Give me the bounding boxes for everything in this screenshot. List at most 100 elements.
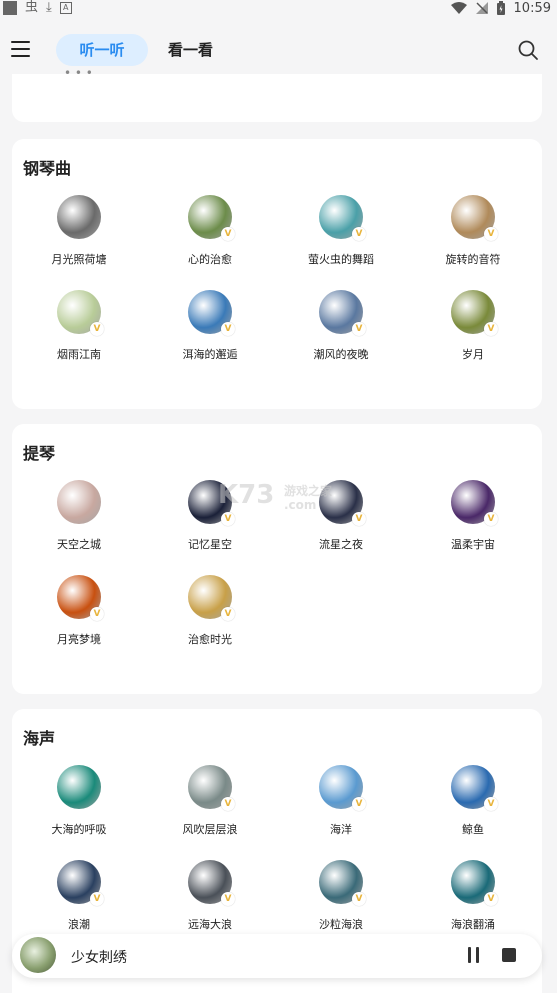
sound-item[interactable]: V 烟雨江南 [14, 290, 144, 362]
sound-thumbnail[interactable]: V [319, 765, 366, 811]
vip-badge-icon: V [484, 227, 498, 241]
sound-thumbnail[interactable] [57, 195, 101, 239]
sound-thumbnail[interactable]: V [451, 195, 498, 241]
sound-label: 萤火虫的舞蹈 [308, 253, 374, 266]
sound-label: 风吹层层浪 [182, 823, 238, 836]
sound-label: 鲸鱼 [462, 823, 484, 836]
sound-item[interactable]: V 月亮梦境 [14, 575, 144, 647]
sound-thumbnail[interactable]: V [188, 195, 235, 241]
player-title[interactable]: 少女刺绣 [71, 947, 127, 967]
sound-item[interactable]: V 温柔宇宙 [408, 480, 538, 552]
sound-label: 温柔宇宙 [451, 538, 495, 551]
sound-item[interactable]: 大海的呼吸 [14, 765, 144, 837]
notification-square-icon [3, 1, 17, 15]
sound-thumbnail[interactable] [57, 765, 101, 809]
no-signal-icon [475, 2, 488, 14]
vip-badge-icon: V [352, 227, 366, 241]
pause-icon[interactable] [468, 947, 480, 963]
vip-badge-icon: V [484, 512, 498, 526]
sound-item[interactable]: V 治愈时光 [145, 575, 275, 647]
sound-thumbnail[interactable]: V [451, 480, 498, 526]
sound-item[interactable]: 天空之城 [14, 480, 144, 552]
sound-item[interactable]: V 浪潮 [14, 860, 144, 932]
sound-thumbnail[interactable]: V [188, 765, 235, 811]
thumbnail-image [57, 480, 101, 524]
sound-label: 大海的呼吸 [51, 823, 107, 836]
sound-thumbnail[interactable]: V [319, 860, 366, 906]
sound-thumbnail[interactable]: V [451, 290, 498, 336]
sound-label: 流星之夜 [319, 538, 363, 551]
vip-badge-icon: V [484, 322, 498, 336]
sound-item[interactable]: V 风吹层层浪 [145, 765, 275, 837]
sound-label: 旋转的音符 [445, 253, 501, 266]
vip-badge-icon: V [221, 892, 235, 906]
sound-thumbnail[interactable]: V [188, 575, 235, 621]
sound-label: 记忆星空 [188, 538, 232, 551]
vip-badge-icon: V [90, 892, 104, 906]
sound-item[interactable]: V 鲸鱼 [408, 765, 538, 837]
sound-thumbnail[interactable]: V [57, 290, 104, 336]
sound-label: 海浪翻涌 [451, 918, 495, 931]
player-cover[interactable] [20, 937, 56, 973]
sound-label: 治愈时光 [188, 633, 232, 646]
sound-label: 海洋 [330, 823, 352, 836]
thumbnail-image [57, 195, 101, 239]
sound-item[interactable]: V 远海大浪 [145, 860, 275, 932]
sound-item[interactable]: 月光照荷塘 [14, 195, 144, 267]
sound-label: 岁月 [462, 348, 484, 361]
vip-badge-icon: V [90, 322, 104, 336]
sound-thumbnail[interactable]: V [319, 290, 366, 336]
section-title: 海声 [23, 729, 56, 748]
vip-badge-icon: V [221, 322, 235, 336]
stop-icon[interactable] [502, 948, 516, 962]
vip-badge-icon: V [221, 607, 235, 621]
menu-icon[interactable] [11, 41, 30, 59]
sound-item[interactable]: V 沙粒海浪 [276, 860, 406, 932]
sound-item[interactable]: V 萤火虫的舞蹈 [276, 195, 406, 267]
a-notification-icon: A [59, 2, 72, 14]
vip-badge-icon: V [352, 797, 366, 811]
vip-badge-icon: V [352, 512, 366, 526]
vip-badge-icon: V [484, 892, 498, 906]
sound-label: 月光照荷塘 [51, 253, 107, 266]
section-card: 提琴 天空之城 V 记忆星空 V 流星之夜 V 温柔宇宙 V 月亮梦境 V 治愈时光 [12, 424, 542, 694]
sound-thumbnail[interactable]: V [451, 860, 498, 906]
sound-thumbnail[interactable]: V [57, 575, 104, 621]
status-bar: 虫 ⤓ A 10:59 [0, 0, 557, 18]
sound-label: 洱海的邂逅 [182, 348, 238, 361]
sound-label: 烟雨江南 [57, 348, 101, 361]
tab-watch[interactable]: 看一看 [168, 34, 213, 66]
sound-item[interactable]: V 海洋 [276, 765, 406, 837]
vip-badge-icon: V [484, 797, 498, 811]
sound-label: 远海大浪 [188, 918, 232, 931]
sound-thumbnail[interactable]: V [57, 860, 104, 906]
sound-label: 沙粒海浪 [319, 918, 363, 931]
tab-listen[interactable]: 听一听 [56, 34, 148, 66]
sound-item[interactable]: V 心的治愈 [145, 195, 275, 267]
wifi-icon [450, 2, 467, 14]
sound-thumbnail[interactable]: V [188, 860, 235, 906]
thumbnail-image [57, 765, 101, 809]
sound-item[interactable]: V 潮风的夜晚 [276, 290, 406, 362]
sound-thumbnail[interactable]: V [451, 765, 498, 811]
section-title: 提琴 [23, 444, 56, 463]
watermark-cn: 游戏之家 [284, 484, 333, 498]
sound-label: 天空之城 [57, 538, 101, 551]
sound-item[interactable]: V 洱海的邂逅 [145, 290, 275, 362]
watermark-brand: K73 [218, 480, 275, 510]
sound-thumbnail[interactable] [57, 480, 101, 524]
sound-thumbnail[interactable]: V [319, 195, 366, 241]
sound-item[interactable]: V 海浪翻涌 [408, 860, 538, 932]
partial-card: • • • [12, 66, 542, 122]
partial-card-text: • • • [64, 66, 93, 80]
download-icon: ⤓ [46, 0, 52, 15]
watermark-domain: .com [284, 498, 317, 512]
sound-item[interactable]: V 旋转的音符 [408, 195, 538, 267]
sound-item[interactable]: V 岁月 [408, 290, 538, 362]
sound-thumbnail[interactable]: V [188, 290, 235, 336]
mini-player[interactable]: 少女刺绣 [12, 934, 542, 978]
watermark-logo: K73 游戏之家 .com [218, 478, 348, 518]
vip-badge-icon: V [221, 227, 235, 241]
sound-label: 浪潮 [68, 918, 90, 931]
search-icon[interactable] [517, 39, 539, 61]
